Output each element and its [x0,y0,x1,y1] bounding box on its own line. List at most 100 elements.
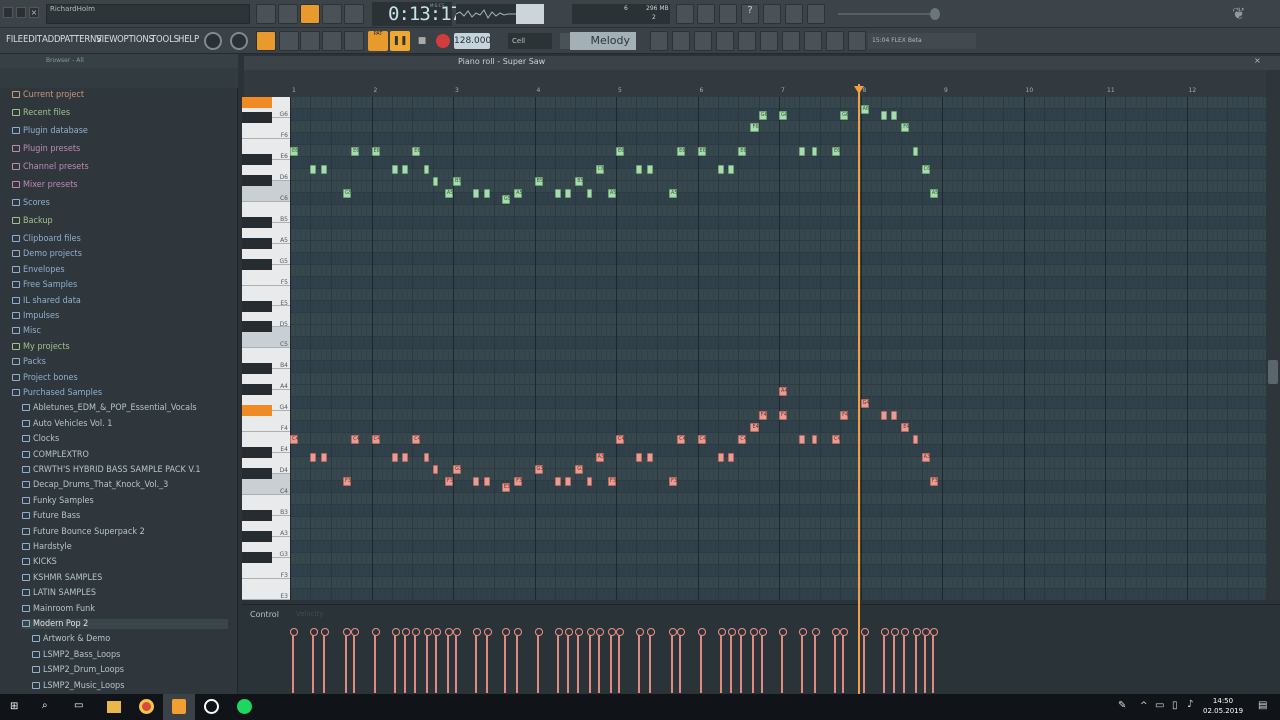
velocity-bar[interactable] [320,628,329,693]
black-key[interactable] [242,384,272,396]
chat-icon[interactable] [807,4,825,24]
note[interactable]: F4 [758,411,767,420]
note[interactable]: A4 [779,387,788,396]
note[interactable] [646,165,653,174]
pattern-prev-button[interactable] [560,33,570,49]
velocity-bar[interactable] [565,628,574,693]
note-grid[interactable]: E6 E6 E6 E6 E6 E6 E6 E6 E6 G6 G6 G6 A6 F6 F6 C6 C6 B5 B5 B5… [290,97,1266,600]
note[interactable]: G3 [575,465,584,474]
microphone-icon[interactable] [719,4,737,24]
note[interactable] [391,165,398,174]
velocity-bar[interactable] [290,628,298,693]
black-key[interactable] [242,551,272,563]
browser-item[interactable]: Envelopes [12,265,65,275]
velocity-bar[interactable] [402,628,411,693]
note[interactable] [432,177,438,186]
note[interactable]: C4 [351,435,360,444]
browser-item[interactable]: Future Bounce Superpack 2 [22,527,145,537]
velocity-bar[interactable] [473,628,482,693]
pattern-selector[interactable]: Melody [570,32,636,50]
note[interactable] [554,477,561,486]
note[interactable]: G4 [860,399,870,408]
note[interactable] [310,453,317,462]
note[interactable]: B5 [534,177,543,186]
restore-button[interactable] [16,7,26,18]
online-icon[interactable] [785,4,803,24]
browser-item[interactable]: Free Samples [12,280,77,290]
step-icon[interactable] [256,31,276,51]
velocity-bar[interactable] [432,628,441,693]
window-close-icon[interactable]: × [1254,56,1261,65]
note[interactable]: E6 [738,147,747,156]
browser-item[interactable]: LSMP2_Bass_Loops [32,650,120,660]
velocity-bar[interactable] [554,628,563,693]
link-icon[interactable] [322,31,342,51]
velocity-bar[interactable] [607,628,616,693]
note[interactable]: F4 [840,411,849,420]
plug-icon[interactable] [782,31,800,51]
velocity-bar[interactable] [351,628,360,693]
chevron-up-icon[interactable]: ^ [1140,701,1148,711]
slider-knob[interactable] [930,8,940,20]
browser-item[interactable]: CRWTH'S HYBRID BASS SAMPLE PACK V.1 [22,465,200,475]
black-key[interactable] [242,510,272,521]
velocity-bar[interactable] [514,628,523,693]
velocity-bar[interactable] [595,628,604,693]
note[interactable]: F3 [668,477,678,486]
menu-tools[interactable]: TOOLS [151,34,179,45]
cut-icon[interactable] [697,4,715,24]
velocity-bar[interactable] [929,628,938,693]
note[interactable]: C4 [371,435,380,444]
note[interactable] [636,453,643,462]
spotify-icon[interactable] [237,699,252,714]
browser-item[interactable]: IL shared data [12,296,81,306]
velocity-bar[interactable] [668,628,677,693]
help-icon[interactable]: ? [741,4,759,24]
news-ticker[interactable]: 15:04 FLEX Beta [868,33,976,49]
mixer-icon[interactable] [716,31,734,51]
black-key[interactable] [242,258,272,270]
note[interactable]: C6 [595,165,604,174]
velocity-bar[interactable] [750,628,759,693]
menu-add[interactable]: ADD [42,34,61,45]
note[interactable] [913,147,919,156]
search-icon[interactable]: ⌕ [42,700,54,712]
pencil-icon[interactable] [300,31,320,51]
velocity-bar[interactable] [677,628,686,693]
playhead[interactable] [858,84,861,694]
time-display[interactable]: 0:13:17 M:S:CS [372,2,462,26]
clock[interactable]: 14:50 02.05.2019 [1203,696,1243,716]
velocity-bar[interactable] [799,628,808,693]
velocity-bar[interactable] [412,628,421,693]
note[interactable] [402,165,409,174]
note[interactable] [424,165,430,174]
browser-item[interactable]: Clocks [22,434,59,444]
master-pitch-knob[interactable] [230,32,248,50]
velocity-bar[interactable] [840,628,849,693]
note[interactable] [891,411,898,420]
velocity-bar[interactable] [891,628,900,693]
black-key[interactable] [242,405,272,417]
channel-rack-icon[interactable] [694,31,712,51]
note[interactable] [424,453,430,462]
velocity-bar[interactable] [587,628,596,693]
black-key[interactable] [242,174,272,186]
browser-item[interactable]: Auto Vehicles Vol. 1 [22,419,112,429]
note[interactable]: B5 [453,177,462,186]
note[interactable] [880,411,887,420]
link-icon-2[interactable] [826,31,844,51]
note[interactable]: F3 [342,477,352,486]
browser-item[interactable]: COMPLEXTRO [22,450,89,460]
note[interactable]: F4 [779,411,788,420]
note[interactable]: F3 [514,477,523,486]
note[interactable]: E6 [831,147,840,156]
menu-options[interactable]: OPTIONS [117,34,154,45]
black-key[interactable] [242,363,272,375]
black-key[interactable] [242,237,272,249]
note[interactable]: F3 [607,477,616,486]
battery-icon[interactable]: ▯ [1172,700,1178,711]
tempo-field[interactable]: 128.000 [454,33,491,49]
note[interactable]: G6 [840,111,849,120]
note[interactable]: E6 [677,147,685,156]
note[interactable] [432,465,438,474]
